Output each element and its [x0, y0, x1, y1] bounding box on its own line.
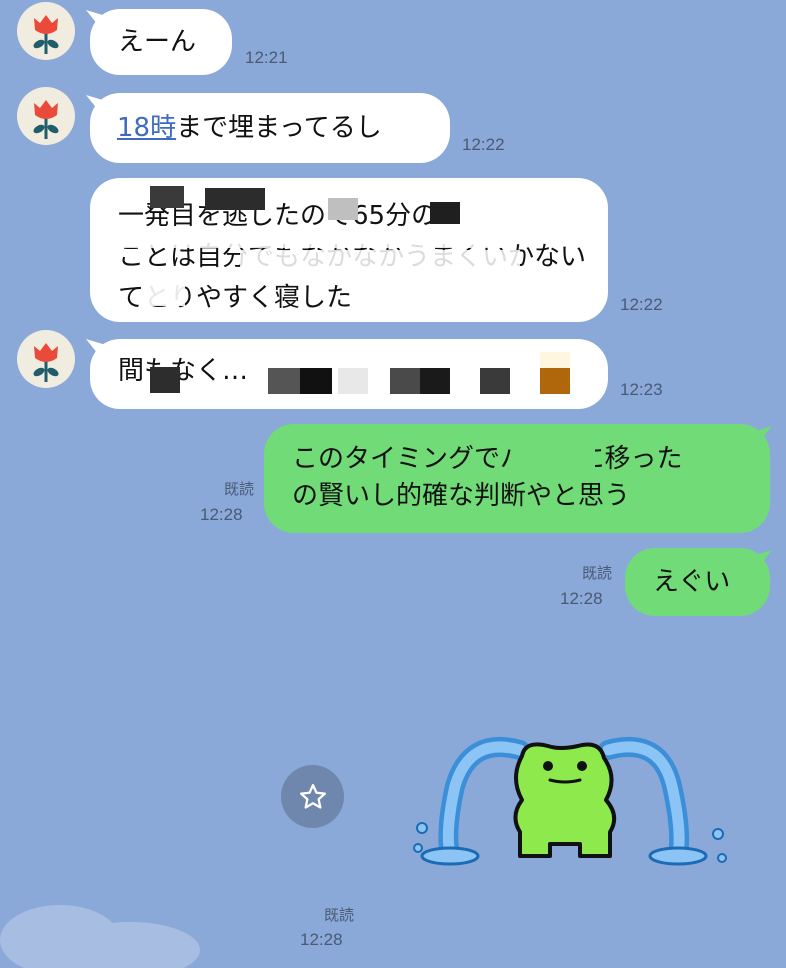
censor-mosaic: [480, 368, 510, 394]
message-bubble[interactable]: このタイミングでバンプに移った の賢いし的確な判断やと思う: [264, 424, 770, 533]
message-bubble[interactable]: 18時まで埋まってるし: [90, 93, 450, 163]
avatar[interactable]: [17, 87, 75, 145]
message-bubble[interactable]: えーん: [90, 9, 232, 75]
censor-mosaic: [205, 188, 265, 210]
flower-icon: [33, 100, 59, 139]
message-time: 12:28: [300, 930, 343, 949]
star-icon: [299, 783, 326, 809]
message-time: 12:23: [620, 380, 663, 399]
read-label: 既読: [323, 906, 354, 924]
censor-mosaic: [145, 280, 185, 306]
cloud-decoration: [0, 905, 200, 968]
censor-mosaic: [268, 368, 300, 394]
censor-mosaic: [150, 186, 184, 208]
censor-mosaic: [300, 368, 332, 394]
flower-icon: [33, 343, 59, 382]
censor-mosaic: [338, 368, 368, 394]
avatar[interactable]: [17, 330, 75, 388]
message-line: の賢いし的確な判断やと思う: [292, 481, 631, 511]
censor-mosaic: [540, 368, 570, 394]
favorite-sticker-button[interactable]: [281, 765, 344, 828]
censor-mosaic: [150, 367, 180, 393]
read-label: 既読: [223, 480, 254, 498]
censor-mosaic: [390, 368, 420, 394]
censor-mosaic: [328, 198, 358, 220]
time-link[interactable]: 18時: [117, 113, 176, 143]
censor-mosaic: [540, 352, 570, 368]
censor-mosaic: [430, 202, 460, 224]
message-bubble[interactable]: えぐい: [625, 548, 770, 616]
message-time: 12:28: [560, 589, 603, 608]
censor-mosaic: [515, 443, 595, 471]
avatar[interactable]: [17, 2, 75, 60]
read-label: 既読: [581, 564, 612, 582]
crying-frog-sticker[interactable]: [410, 736, 730, 870]
censor-mosaic: [95, 226, 515, 248]
message-line: てとりやすく寝した: [118, 283, 353, 313]
censor-mosaic: [420, 368, 450, 394]
message-time: 12:21: [245, 48, 288, 67]
message-time: 12:22: [462, 135, 505, 154]
read-receipt: 既読: [290, 904, 354, 926]
censor-mosaic: [240, 250, 520, 274]
flower-icon: [33, 15, 59, 54]
read-receipt: 既読: [190, 478, 254, 500]
message-time: 12:22: [620, 295, 663, 314]
message-text: まで埋まってるし: [176, 113, 382, 143]
chat-screen: えーん 12:21 18時まで埋まってるし 12:22 一発目を逃したので65分…: [0, 0, 786, 968]
message-text: えーん: [118, 27, 197, 57]
message-time: 12:28: [200, 505, 243, 524]
message-text: えぐい: [653, 567, 731, 597]
read-receipt: 既読: [548, 562, 612, 584]
